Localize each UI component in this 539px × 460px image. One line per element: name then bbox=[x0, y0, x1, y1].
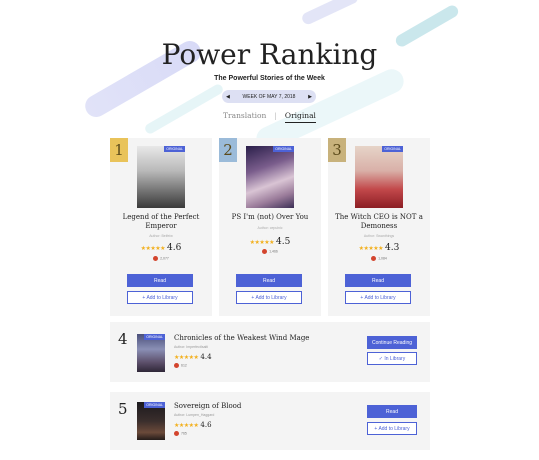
book-author: Author: cepulnic bbox=[257, 226, 283, 230]
read-button[interactable]: Read bbox=[367, 405, 417, 418]
original-badge: ORIGINAL bbox=[382, 146, 403, 152]
book-author: Author: Beifeiw bbox=[149, 234, 173, 238]
power-stone-icon bbox=[174, 363, 179, 368]
original-badge: ORIGINAL bbox=[144, 334, 165, 340]
vote-value: 1,084 bbox=[378, 256, 387, 261]
book-rating: ★★★★★ 4.6 bbox=[110, 242, 212, 253]
rating-value: 4.5 bbox=[276, 237, 291, 247]
week-label: WEEK OF MAY 7, 2018 bbox=[242, 93, 296, 100]
add-to-library-button[interactable]: + Add to Library bbox=[236, 291, 302, 304]
rating-stars-icon: ★★★★★ bbox=[174, 355, 199, 361]
power-stone-icon bbox=[174, 431, 179, 436]
read-button[interactable]: Read bbox=[236, 274, 302, 287]
rating-value: 4.6 bbox=[167, 243, 182, 253]
rating-stars-icon: ★★★★★ bbox=[249, 240, 275, 246]
tab-bar: Translation | Original bbox=[0, 111, 539, 123]
book-title[interactable]: PS I'm (not) Over You bbox=[223, 213, 317, 222]
read-button[interactable]: Read bbox=[127, 274, 193, 287]
original-badge: ORIGINAL bbox=[164, 146, 185, 152]
tab-separator: | bbox=[274, 111, 277, 120]
ranking-card: 3 ORIGINAL The Witch CEO is NOT a Demone… bbox=[328, 138, 430, 316]
tab-original[interactable]: Original bbox=[284, 111, 316, 123]
decorative-stripe bbox=[143, 82, 225, 136]
vote-value: 1,466 bbox=[269, 249, 278, 254]
book-author: Author: Lumpen_Haggard bbox=[174, 413, 215, 417]
book-rating: ★★★★★ 4.6 bbox=[174, 421, 212, 429]
book-author: Author: Swanthings bbox=[363, 234, 395, 238]
ranking-card: 1 ORIGINAL Legend of the Perfect Emperor… bbox=[110, 138, 212, 316]
vote-count: 765 bbox=[174, 431, 187, 436]
rank-number: 5 bbox=[118, 400, 128, 418]
book-cover[interactable]: ORIGINAL bbox=[137, 146, 185, 208]
power-stone-icon bbox=[371, 256, 377, 261]
rating-value: 4.6 bbox=[200, 421, 212, 429]
book-rating: ★★★★★ 4.4 bbox=[174, 353, 212, 361]
ranking-card: 2 ORIGINAL PS I'm (not) Over You Author:… bbox=[219, 138, 321, 316]
rank-number: 4 bbox=[118, 330, 128, 348]
add-to-library-button[interactable]: + Add to Library bbox=[367, 422, 417, 435]
book-cover[interactable]: ORIGINAL bbox=[137, 402, 165, 440]
continue-reading-button[interactable]: Continue Reading bbox=[367, 336, 417, 349]
book-title[interactable]: Legend of the Perfect Emperor bbox=[114, 213, 208, 231]
rating-stars-icon: ★★★★★ bbox=[358, 246, 384, 252]
book-title[interactable]: Sovereign of Blood bbox=[174, 402, 241, 410]
vote-value: 612 bbox=[181, 363, 187, 368]
page-subtitle: The Powerful Stories of the Week bbox=[214, 75, 325, 82]
original-badge: ORIGINAL bbox=[144, 402, 165, 408]
rank-number: 3 bbox=[328, 138, 346, 162]
week-selector: ◀ WEEK OF MAY 7, 2018 ▶ bbox=[222, 90, 316, 103]
rating-stars-icon: ★★★★★ bbox=[174, 423, 199, 429]
book-rating: ★★★★★ 4.3 bbox=[328, 242, 430, 253]
book-rating: ★★★★★ 4.5 bbox=[219, 236, 321, 247]
rank-number: 2 bbox=[219, 138, 237, 162]
vote-value: 765 bbox=[181, 431, 187, 436]
rating-value: 4.3 bbox=[385, 243, 400, 253]
add-to-library-button[interactable]: + Add to Library bbox=[345, 291, 411, 304]
rating-value: 4.4 bbox=[200, 353, 212, 361]
prev-week-icon[interactable]: ◀ bbox=[226, 94, 230, 100]
read-button[interactable]: Read bbox=[345, 274, 411, 287]
tab-translation[interactable]: Translation bbox=[223, 111, 266, 123]
ranking-row: 5 ORIGINAL Sovereign of Blood Author: Lu… bbox=[110, 392, 430, 450]
vote-count: 612 bbox=[174, 363, 187, 368]
book-author: Author: ImperfectIsaiti bbox=[174, 345, 209, 349]
book-cover[interactable]: ORIGINAL bbox=[246, 146, 294, 208]
page-title: Power Ranking bbox=[161, 38, 378, 71]
power-stone-icon bbox=[262, 249, 268, 254]
rating-stars-icon: ★★★★★ bbox=[140, 246, 166, 252]
book-cover[interactable]: ORIGINAL bbox=[137, 334, 165, 372]
book-title[interactable]: Chronicles of the Weakest Wind Mage bbox=[174, 334, 309, 342]
original-badge: ORIGINAL bbox=[273, 146, 294, 152]
book-title[interactable]: The Witch CEO is NOT a Demoness bbox=[332, 213, 426, 231]
decorative-stripe bbox=[300, 0, 360, 27]
ranking-row: 4 ORIGINAL Chronicles of the Weakest Win… bbox=[110, 322, 430, 382]
book-cover[interactable]: ORIGINAL bbox=[355, 146, 403, 208]
vote-count: 1,466 bbox=[219, 249, 321, 254]
add-to-library-button[interactable]: + Add to Library bbox=[127, 291, 193, 304]
vote-value: 2,077 bbox=[160, 256, 169, 261]
rank-number: 1 bbox=[110, 138, 128, 162]
in-library-button[interactable]: ✓ In Library bbox=[367, 352, 417, 365]
vote-count: 1,084 bbox=[328, 256, 430, 261]
power-stone-icon bbox=[153, 256, 159, 261]
next-week-icon[interactable]: ▶ bbox=[308, 94, 312, 100]
vote-count: 2,077 bbox=[110, 256, 212, 261]
